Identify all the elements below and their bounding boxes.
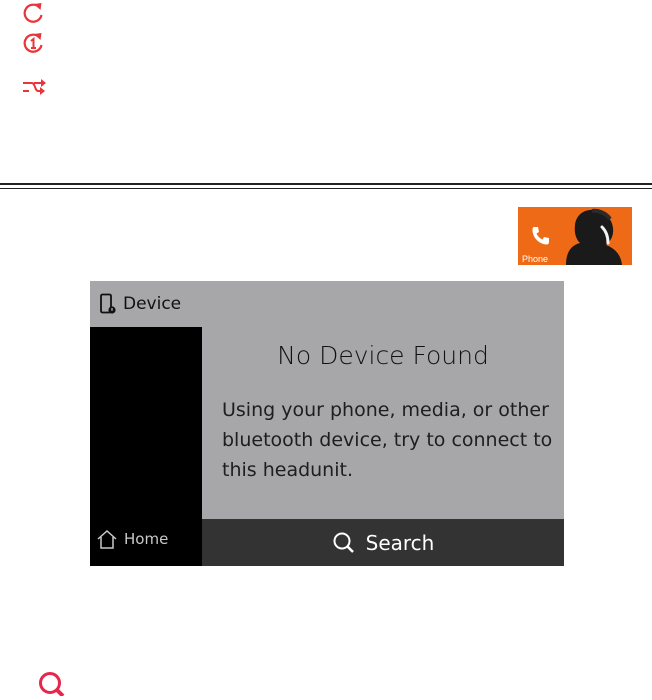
phone-tile[interactable]: Phone — [518, 207, 632, 265]
home-label: Home — [124, 530, 169, 548]
headunit-screen: Device No Device Found Using your phone,… — [90, 281, 564, 566]
device-phone-icon — [99, 293, 117, 315]
home-icon — [96, 529, 118, 549]
home-button[interactable]: Home — [96, 529, 168, 549]
search-label: Search — [365, 530, 435, 555]
divider-top — [0, 183, 652, 185]
search-icon — [332, 531, 356, 555]
divider-bottom — [0, 188, 652, 189]
connect-message: Using your phone, media, or other blueto… — [222, 399, 553, 481]
search-button[interactable]: Search — [202, 519, 564, 566]
phone-handset-icon — [530, 225, 552, 251]
content-area: No Device Found Using your phone, media,… — [202, 281, 564, 519]
device-header-label: Device — [123, 294, 182, 314]
repeat-icon — [20, 1, 48, 25]
search-icon — [36, 670, 66, 698]
shuffle-icon — [20, 75, 48, 99]
repeat-one-icon — [20, 31, 48, 55]
phone-tile-label: Phone — [522, 254, 549, 264]
device-header[interactable]: Device — [90, 281, 202, 327]
no-device-title: No Device Found — [277, 341, 489, 370]
